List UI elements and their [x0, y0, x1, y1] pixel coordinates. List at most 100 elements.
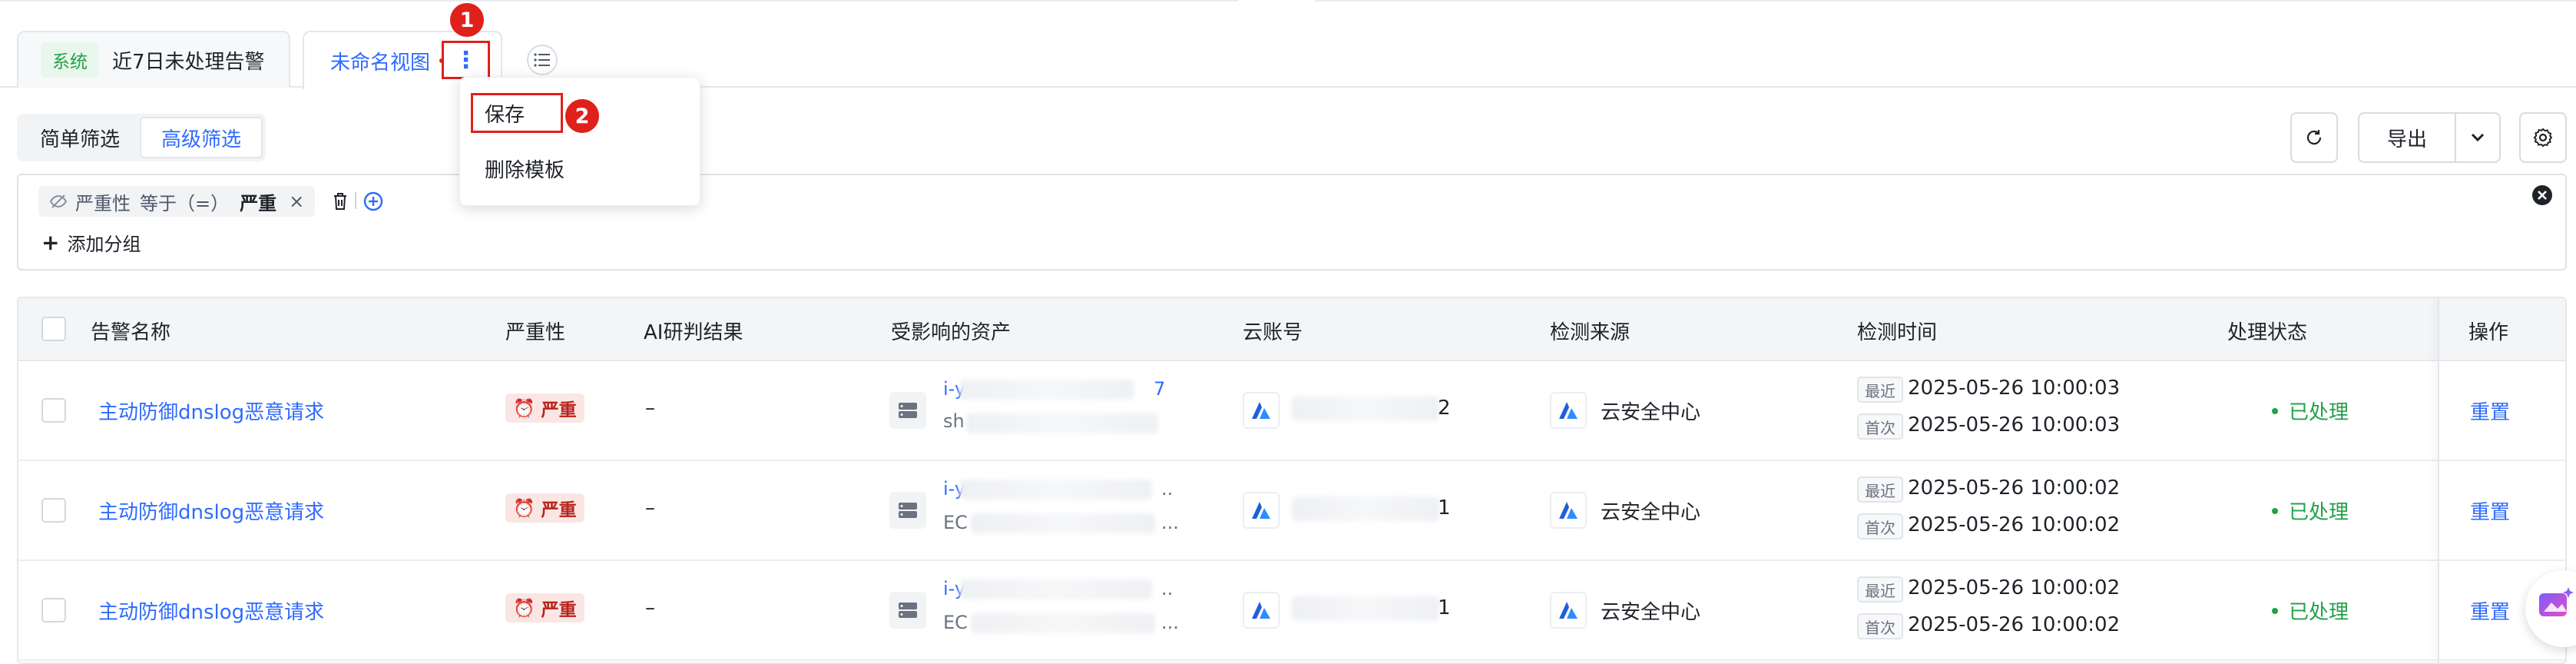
severity-label: 严重: [541, 600, 577, 620]
simple-filter-tab[interactable]: 简单筛选: [20, 117, 140, 158]
annotation-badge-1: 1: [450, 3, 484, 37]
status-dot: [2272, 407, 2278, 414]
row-checkbox[interactable]: [41, 498, 66, 523]
table-row: 主动防御dnslog恶意请求 ⏰ 严重 – i-y .. EC ... 1 云安全…: [18, 461, 2565, 561]
assistant-icon: [2539, 587, 2574, 616]
list-icon: [534, 53, 550, 67]
refresh-icon: [2306, 130, 2322, 145]
row-checkbox[interactable]: [41, 398, 66, 423]
column-header: 受影响的资产: [891, 321, 1012, 344]
status-label: 已处理: [2289, 601, 2349, 624]
ai-result: –: [645, 596, 655, 619]
server-icon: [889, 392, 926, 429]
plus-icon: +: [41, 230, 60, 255]
filter-operator: 等于（=）: [140, 192, 230, 214]
first-tag: 首次: [1857, 413, 1903, 440]
redacted-account: [1292, 397, 1439, 421]
alert-table: 告警名称 严重性 AI研判结果 受影响的资产 云账号 检测来源 检测时间 处理状…: [17, 297, 2567, 664]
table-row: 主动防御dnslog恶意请求 ⏰ 严重 – i-y 7 sh 2 云安全中心 最近…: [18, 361, 2565, 461]
view-list-button[interactable]: [527, 45, 558, 75]
server-icon: [889, 492, 926, 529]
trash-icon[interactable]: [332, 192, 349, 211]
alert-name-link[interactable]: 主动防御dnslog恶意请求: [98, 596, 324, 625]
status: 已处理: [2272, 397, 2349, 425]
menu-item-delete-template[interactable]: 删除模板: [460, 147, 700, 190]
alarm-icon: ⏰: [513, 598, 535, 619]
alarm-icon: ⏰: [513, 398, 535, 419]
export-button-group: 导出: [2358, 112, 2501, 163]
remove-condition-icon[interactable]: ×: [289, 191, 304, 212]
redacted-asset-name: [971, 513, 1155, 533]
redacted-asset-name: [971, 613, 1155, 633]
redacted-asset-id: [960, 480, 1152, 500]
ai-result: –: [645, 496, 655, 520]
asset-name-ellipsis: ...: [1161, 512, 1179, 533]
tab-label: 近7日未处理告警: [112, 50, 265, 74]
redacted-account: [1292, 596, 1439, 621]
tab-label: 未命名视图: [330, 51, 431, 75]
asset-name: EC: [943, 612, 968, 633]
redacted-asset-id: [960, 380, 1134, 400]
status: 已处理: [2272, 496, 2349, 525]
filter-field: 严重性: [75, 192, 131, 214]
cloud-account-icon: [1243, 592, 1280, 629]
alert-name-link[interactable]: 主动防御dnslog恶意请求: [98, 496, 324, 525]
tab-recent-7-days[interactable]: 系统 近7日未处理告警: [17, 31, 290, 88]
filter-condition-chip[interactable]: 严重性 等于（=） 严重 ×: [38, 186, 316, 217]
first-time: 2025-05-26 10:00:03: [1908, 413, 2121, 437]
advanced-filter-tab[interactable]: 高级筛选: [140, 117, 263, 158]
export-dropdown-button[interactable]: [2456, 114, 2499, 161]
detection-source: 云安全中心: [1601, 501, 1701, 524]
clear-filters-icon[interactable]: [2531, 184, 2553, 206]
export-button[interactable]: 导出: [2387, 124, 2427, 152]
settings-button[interactable]: [2519, 112, 2567, 163]
first-time: 2025-05-26 10:00:02: [1908, 613, 2121, 636]
status-label: 已处理: [2289, 501, 2349, 524]
advanced-filter-panel: 严重性 等于（=） 严重 × + 添加分组: [17, 174, 2567, 271]
add-condition-icon[interactable]: [363, 191, 384, 212]
security-center-icon: [1550, 592, 1587, 629]
asset-name-ellipsis: ...: [1161, 612, 1179, 633]
asset-name: EC: [943, 512, 968, 533]
asset-id-ellipsis: ..: [1161, 578, 1174, 599]
view-more-button[interactable]: ⋮: [442, 41, 490, 79]
account-suffix: 2: [1438, 397, 1451, 420]
divider: [355, 192, 356, 209]
severity-label: 严重: [541, 500, 577, 520]
recent-tag: 最近: [1857, 576, 1903, 603]
ai-result: –: [645, 397, 655, 420]
column-header: 严重性: [505, 321, 566, 344]
column-header: 检测来源: [1550, 321, 1631, 344]
redacted-account: [1292, 496, 1439, 521]
annotation-badge-2: 2: [565, 99, 599, 133]
redacted-asset-id: [960, 579, 1152, 599]
server-icon: [889, 592, 926, 629]
refresh-button[interactable]: [2290, 112, 2338, 163]
recent-tag: 最近: [1857, 476, 1903, 503]
column-header: AI研判结果: [644, 321, 743, 344]
first-tag: 首次: [1857, 513, 1903, 540]
status-label: 已处理: [2289, 401, 2349, 424]
first-tag: 首次: [1857, 613, 1903, 639]
recent-time: 2025-05-26 10:00:02: [1908, 576, 2121, 599]
select-all-checkbox[interactable]: [41, 317, 66, 341]
row-checkbox[interactable]: [41, 598, 66, 622]
account-suffix: 1: [1438, 496, 1451, 520]
filter-mode-switch: 简单筛选 高级筛选: [17, 114, 267, 161]
detection-source: 云安全中心: [1601, 401, 1701, 424]
filter-value: 严重: [240, 192, 277, 214]
add-group-button[interactable]: + 添加分组: [41, 229, 141, 256]
column-header: 检测时间: [1857, 321, 1938, 344]
asset-name: sh: [943, 410, 965, 432]
status-dot: [2272, 507, 2278, 514]
alert-name-link[interactable]: 主动防御dnslog恶意请求: [98, 397, 324, 425]
account-suffix: 1: [1438, 596, 1451, 619]
security-center-icon: [1550, 492, 1587, 529]
chevron-down-icon: [2471, 133, 2485, 142]
add-group-label: 添加分组: [67, 234, 141, 255]
severity-badge: ⏰ 严重: [505, 493, 584, 523]
table-row: 主动防御dnslog恶意请求 ⏰ 严重 – i-y .. EC ... 1 云安全…: [18, 561, 2565, 661]
cloud-account-icon: [1243, 492, 1280, 529]
recent-tag: 最近: [1857, 377, 1903, 403]
asset-id-suffix: 7: [1154, 378, 1166, 400]
